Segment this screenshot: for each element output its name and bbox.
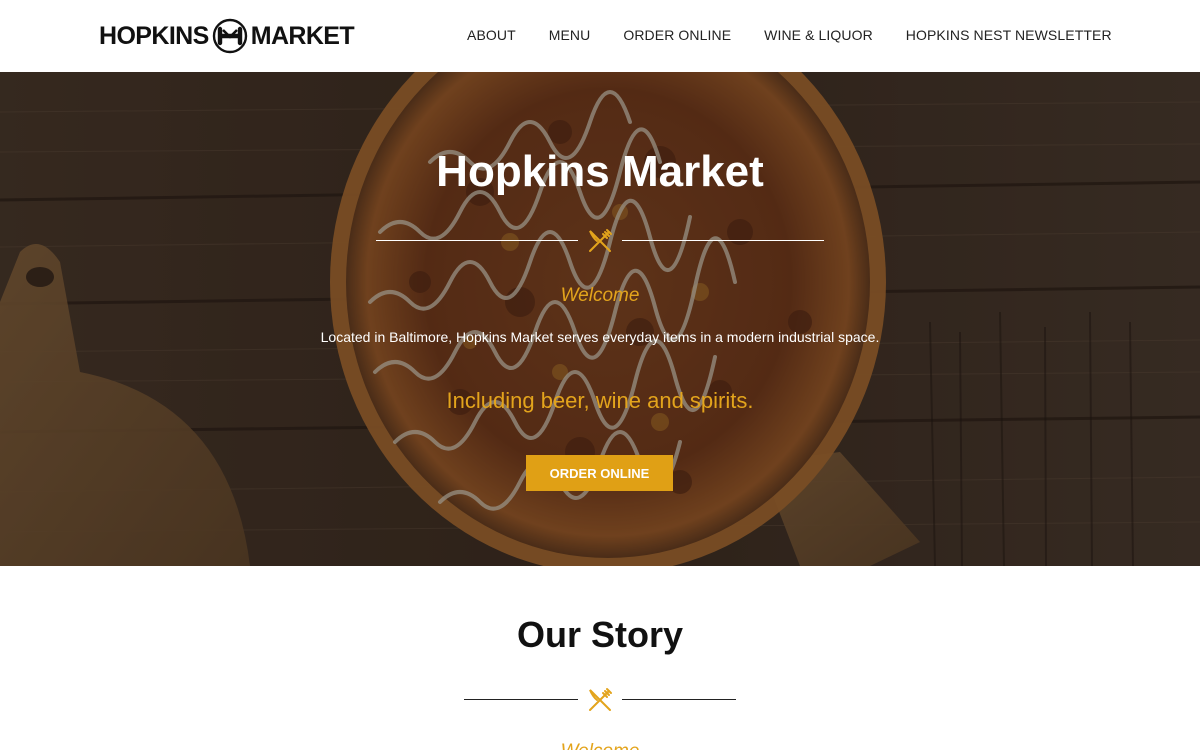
logo-text-hopkins: HOPKINS (99, 21, 209, 50)
logo-h-monogram-icon (212, 18, 247, 54)
hero-title: Hopkins Market (436, 147, 764, 196)
fork-knife-icon (589, 688, 612, 711)
nav-item-menu[interactable]: MENU (549, 27, 591, 43)
story-welcome-peek: Welcome (0, 741, 1200, 750)
hero-tagline: Including beer, wine and spirits. (446, 388, 754, 413)
our-story-title: Our Story (516, 614, 684, 655)
hero-section: Hopkins Market Welcome Located in Baltim… (0, 72, 1200, 566)
hero-description: Located in Baltimore, Hopkins Market ser… (320, 329, 880, 345)
main-nav: ABOUT MENU ORDER ONLINE WINE & LIQUOR HO… (467, 26, 1112, 44)
nav-item-about[interactable]: ABOUT (467, 27, 516, 43)
hero-welcome: Welcome (560, 285, 640, 306)
site-logo[interactable]: HOPKINS MARKET (99, 18, 355, 54)
logo-text-market: MARKET (250, 21, 355, 50)
site-header: HOPKINS MARKET ABOUT MENU ORDER ONLINE W… (0, 0, 1200, 72)
nav-item-wine-liquor[interactable]: WINE & LIQUOR (764, 27, 873, 43)
nav-item-order-online[interactable]: ORDER ONLINE (623, 27, 731, 43)
story-divider-right (622, 699, 736, 700)
hero-divider-left (376, 240, 578, 241)
hero-divider-right (622, 240, 824, 241)
story-divider-left (464, 699, 578, 700)
nav-item-newsletter[interactable]: HOPKINS NEST NEWSLETTER (906, 27, 1112, 43)
fork-knife-icon (589, 229, 612, 252)
order-online-button[interactable]: ORDER ONLINE (526, 455, 673, 491)
